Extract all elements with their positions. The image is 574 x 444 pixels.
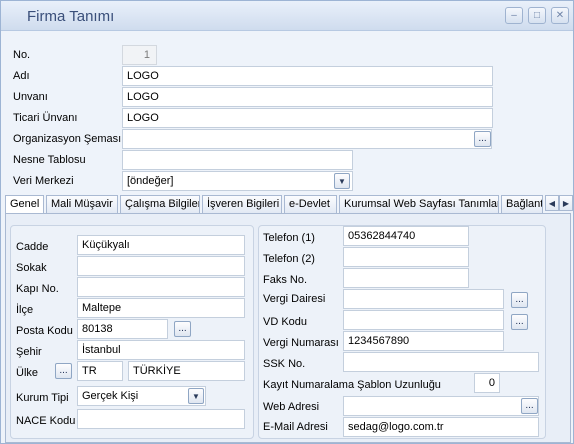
chevron-right-icon: ▶ xyxy=(562,198,570,208)
adi-label: Adı xyxy=(13,70,30,82)
window-title: Firma Tanımı xyxy=(27,8,115,25)
sokak-label: Sokak xyxy=(16,262,47,274)
unvani-field[interactable]: LOGO xyxy=(122,87,493,107)
posta-kodu-lookup-button[interactable]: ... xyxy=(174,321,191,337)
email-adresi-label: E-Mail Adresi xyxy=(263,421,328,433)
telefon-1-label: Telefon (1) xyxy=(263,232,315,244)
tab-calisma-bilgileri[interactable]: Çalışma Bilgileri xyxy=(120,195,200,213)
kurum-tipi-label: Kurum Tipi xyxy=(16,392,69,404)
ticari-unvani-label: Ticari Ünvanı xyxy=(13,112,78,124)
ssk-no-field[interactable] xyxy=(343,352,539,372)
tab-isveren-bilgileri[interactable]: İşveren Bigileri xyxy=(202,195,282,213)
tab-strip: Genel Mali Müşavir Çalışma Bilgileri İşv… xyxy=(5,195,573,214)
vergi-dairesi-label: Vergi Dairesi xyxy=(263,293,326,305)
kurum-tipi-dropdown-button[interactable]: ▼ xyxy=(188,388,204,404)
kapi-no-field[interactable] xyxy=(77,277,245,297)
veri-merkezi-dropdown-button[interactable]: ▼ xyxy=(334,173,350,189)
tab-genel[interactable]: Genel xyxy=(5,195,44,214)
ulke-label: Ülke xyxy=(16,367,39,379)
adi-field[interactable]: LOGO xyxy=(122,66,493,86)
cadde-label: Cadde xyxy=(16,241,49,253)
faks-no-label: Faks No. xyxy=(263,274,308,286)
telefon-2-field[interactable] xyxy=(343,247,469,267)
tab-scroll-left-button[interactable]: ◀ xyxy=(545,195,559,211)
no-field: 1 xyxy=(122,45,157,65)
sehir-field[interactable]: İstanbul xyxy=(77,340,245,360)
veri-merkezi-select[interactable]: [öndeğer] xyxy=(122,171,353,191)
vergi-dairesi-field[interactable] xyxy=(343,289,504,309)
cadde-field[interactable]: Küçükyalı xyxy=(77,235,245,255)
tab-scroll-right-button[interactable]: ▶ xyxy=(559,195,573,211)
no-label: No. xyxy=(13,49,31,61)
ilce-field[interactable]: Maltepe xyxy=(77,298,245,318)
tab-baglanti[interactable]: Bağlantı xyxy=(501,195,543,213)
ilce-label: İlçe xyxy=(16,304,34,316)
firma-tanimi-window: Firma Tanımı – □ ✕ No. 1 Adı LOGO Unvanı… xyxy=(0,0,574,444)
vd-kodu-field[interactable] xyxy=(343,310,504,330)
web-adresi-field[interactable] xyxy=(343,396,539,416)
maximize-icon: □ xyxy=(533,9,541,21)
email-adresi-field[interactable]: sedag@logo.com.tr xyxy=(343,417,539,437)
faks-no-field[interactable] xyxy=(343,268,469,288)
veri-merkezi-label: Veri Merkezi xyxy=(13,175,74,187)
kayit-numaralama-field[interactable]: 0 xyxy=(474,373,500,393)
posta-kodu-field[interactable]: 80138 xyxy=(77,319,168,339)
title-bar: Firma Tanımı – □ ✕ xyxy=(1,1,573,31)
unvani-label: Unvanı xyxy=(13,91,48,103)
chevron-left-icon: ◀ xyxy=(548,198,556,208)
nesne-tablosu-field[interactable] xyxy=(122,150,353,170)
web-adresi-lookup-button[interactable]: ... xyxy=(521,398,538,414)
chevron-down-icon: ▼ xyxy=(338,176,346,186)
telefon-1-field[interactable]: 05362844740 xyxy=(343,226,469,246)
tab-e-devlet[interactable]: e-Devlet xyxy=(284,195,337,213)
web-adresi-label: Web Adresi xyxy=(263,401,320,413)
close-button[interactable]: ✕ xyxy=(551,7,569,24)
kapi-no-label: Kapı No. xyxy=(16,283,59,295)
ssk-no-label: SSK No. xyxy=(263,358,306,370)
minimize-icon: – xyxy=(511,9,517,21)
sokak-field[interactable] xyxy=(77,256,245,276)
telefon-2-label: Telefon (2) xyxy=(263,253,315,265)
tab-kurumsal-web[interactable]: Kurumsal Web Sayfası Tanımları xyxy=(339,195,499,213)
organizasyon-semasi-field[interactable] xyxy=(122,129,492,149)
kurum-tipi-select[interactable]: Gerçek Kişi xyxy=(77,386,206,406)
vergi-numarasi-label: Vergi Numarası xyxy=(263,337,339,349)
posta-kodu-label: Posta Kodu xyxy=(16,325,73,337)
ulke-lookup-button[interactable]: ... xyxy=(55,363,72,379)
close-icon: ✕ xyxy=(555,9,565,21)
vd-kodu-lookup-button[interactable]: ... xyxy=(511,314,528,330)
ulke-kodu-field[interactable]: TR xyxy=(77,361,123,381)
maximize-button[interactable]: □ xyxy=(528,7,546,24)
vergi-numarasi-field[interactable]: 1234567890 xyxy=(343,331,504,351)
ticari-unvani-field[interactable]: LOGO xyxy=(122,108,493,128)
ulke-adi-field[interactable]: TÜRKİYE xyxy=(128,361,245,381)
nesne-tablosu-label: Nesne Tablosu xyxy=(13,154,86,166)
organizasyon-semasi-label: Organizasyon Şeması xyxy=(13,133,122,145)
sehir-label: Şehir xyxy=(16,346,42,358)
chevron-down-icon: ▼ xyxy=(192,391,200,401)
vergi-dairesi-lookup-button[interactable]: ... xyxy=(511,292,528,308)
kayit-numaralama-label: Kayıt Numaralama Şablon Uzunluğu xyxy=(263,379,441,391)
nace-kodu-field[interactable] xyxy=(77,409,245,429)
organizasyon-semasi-lookup-button[interactable]: ... xyxy=(474,131,491,147)
tab-mali-musavir[interactable]: Mali Müşavir xyxy=(46,195,118,213)
nace-kodu-label: NACE Kodu xyxy=(16,415,76,427)
minimize-button[interactable]: – xyxy=(505,7,523,24)
vd-kodu-label: VD Kodu xyxy=(263,316,308,328)
